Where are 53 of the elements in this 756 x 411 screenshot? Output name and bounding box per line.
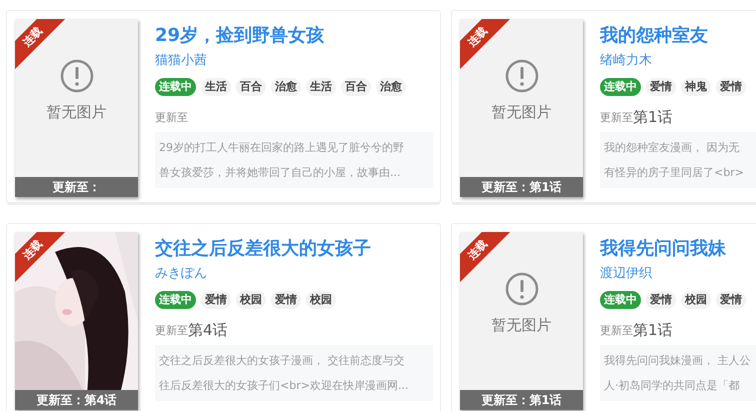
- exclamation-icon: [60, 59, 94, 93]
- genre-tag[interactable]: 校园: [236, 291, 266, 309]
- status-tag: 连载中: [600, 291, 641, 309]
- comic-card[interactable]: 暂无图片 连载 更新至：第1话 我得先问问我妹 渡辺伊织 连载中 爱情 校园 爱情 更新至第1话 我得先问问我妹漫画， 主人公 人·初岛同学的共同点是「都: [451, 223, 756, 411]
- exclamation-icon: [504, 272, 538, 306]
- update-label: 更新至: [600, 323, 633, 339]
- genre-tag[interactable]: 校园: [681, 291, 711, 309]
- comic-title[interactable]: 交往之后反差很大的女孩子: [155, 237, 433, 261]
- description-text: 我的怨种室友漫画， 因为无: [604, 140, 740, 156]
- comic-card[interactable]: 连载 更新至：第4话 交往之后反差很大的女孩子 みきぽん 连载中 爱情 校园 爱情 校园 更新至第4话 交往之后反差很大的女孩子漫画， 交往前态度与交 往后反差很大的女孩子们<br>欢迎在快岸漫画网...: [6, 223, 441, 411]
- cover-caption: 更新至：第1话: [460, 390, 583, 410]
- description-text: 29岁的打工人牛丽在回家的路上遇见了脏兮兮的野: [159, 140, 405, 156]
- exclamation-icon: [504, 59, 538, 93]
- no-image-text: 暂无图片: [492, 315, 552, 336]
- description-text: 往后反差很大的女孩子们<br>欢迎在快岸漫画网...: [159, 378, 410, 394]
- comic-title[interactable]: 我得先问问我妹: [600, 237, 756, 261]
- genre-tag[interactable]: 生活: [306, 78, 336, 96]
- cover-caption: 更新至：第1话: [460, 177, 583, 197]
- genre-tag[interactable]: 百合: [341, 78, 371, 96]
- cover-caption: 更新至：: [15, 177, 138, 197]
- status-tag: 连载中: [155, 291, 196, 309]
- chapter-text: 第1话: [633, 321, 673, 339]
- status-tag: 连载中: [155, 78, 196, 96]
- genre-tag[interactable]: 校园: [306, 291, 336, 309]
- description-text: 交往之后反差很大的女孩子漫画， 交往前态度与交: [159, 353, 406, 369]
- genre-tag[interactable]: 爱情: [201, 291, 231, 309]
- update-label: 更新至: [155, 323, 188, 339]
- genre-tag[interactable]: 爱情: [271, 291, 301, 309]
- genre-tag[interactable]: 爱情: [646, 78, 676, 96]
- genre-tag[interactable]: 爱情: [716, 78, 746, 96]
- genre-tag[interactable]: 生活: [201, 78, 231, 96]
- genre-tag[interactable]: 神鬼: [681, 78, 711, 96]
- update-label: 更新至: [600, 110, 633, 126]
- chapter-text: 第1话: [633, 108, 673, 126]
- genre-tag[interactable]: 爱情: [646, 291, 676, 309]
- no-image-text: 暂无图片: [492, 102, 552, 123]
- update-label: 更新至: [155, 110, 188, 126]
- genre-tag[interactable]: 爱情: [716, 291, 746, 309]
- genre-tag[interactable]: 百合: [236, 78, 266, 96]
- genre-tag[interactable]: 治愈: [271, 78, 301, 96]
- description-text: 人·初岛同学的共同点是「都: [604, 378, 740, 394]
- cover-caption: 更新至：第4话: [15, 390, 138, 410]
- comic-title[interactable]: 29岁，捡到野兽女孩: [155, 24, 433, 48]
- chapter-text: 第4话: [188, 321, 228, 339]
- status-tag: 连载中: [600, 78, 641, 96]
- comic-card[interactable]: 暂无图片 连载 更新至： 29岁，捡到野兽女孩 猫猫小茜 连载中 生活 百合 治愈 生活 百合 治愈 更新至 29岁的打工人牛丽在回家的路上遇见了脏兮兮的野 兽女孩爱莎，并将她带回了自己的小屋，故事由...: [6, 10, 441, 203]
- comic-card[interactable]: 暂无图片 连载 更新至：第1话 我的怨种室友 绪崎力木 连载中 爱情 神鬼 爱情 更新至第1话 我的怨种室友漫画， 因为无 有怪异的房子里同居了<br>: [451, 10, 756, 203]
- no-image-text: 暂无图片: [46, 102, 106, 123]
- description-text: 有怪异的房子里同居了<br>: [604, 165, 745, 181]
- description-text: 兽女孩爱莎，并将她带回了自己的小屋，故事由...: [159, 165, 402, 181]
- genre-tag[interactable]: 治愈: [376, 78, 406, 96]
- comic-title[interactable]: 我的怨种室友: [600, 24, 756, 48]
- description-text: 我得先问问我妹漫画， 主人公: [604, 353, 752, 369]
